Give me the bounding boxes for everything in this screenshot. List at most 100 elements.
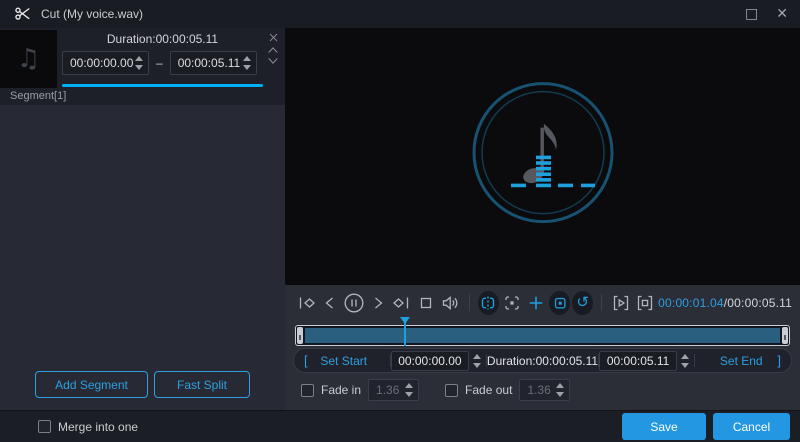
trim-end-field xyxy=(599,351,677,371)
move-down-icon[interactable] xyxy=(267,57,279,65)
reset-button[interactable]: ↺ xyxy=(572,291,593,315)
audio-disc-graphic xyxy=(470,79,616,225)
step-down-icon[interactable] xyxy=(556,392,564,397)
add-segment-button[interactable]: Add Segment xyxy=(35,371,148,398)
segment-end-stepper[interactable] xyxy=(241,56,256,70)
volume-icon xyxy=(440,293,460,313)
step-down-icon[interactable] xyxy=(473,363,481,368)
fade-out-input[interactable] xyxy=(520,383,554,397)
equalizer-icon xyxy=(511,155,595,187)
step-down-icon[interactable] xyxy=(135,65,143,70)
snapshot-button[interactable] xyxy=(501,291,523,315)
segment-thumbnail: ♫ xyxy=(0,30,57,88)
save-button[interactable]: Save xyxy=(622,413,706,440)
step-up-icon[interactable] xyxy=(681,354,689,359)
snapshot-icon xyxy=(502,293,522,313)
trim-end-handle[interactable] xyxy=(782,327,788,344)
maximize-icon[interactable]: □ xyxy=(745,7,758,21)
step-up-icon[interactable] xyxy=(473,354,481,359)
stop-button[interactable] xyxy=(415,291,437,315)
audio-preview-area xyxy=(285,28,800,285)
range-separator: – xyxy=(156,56,163,70)
fade-out-field xyxy=(519,379,570,401)
playhead-line xyxy=(404,321,406,346)
trim-start-stepper[interactable] xyxy=(471,354,486,368)
step-forward-icon xyxy=(368,293,388,313)
merge-into-one-checkbox[interactable] xyxy=(38,420,51,433)
step-down-icon[interactable] xyxy=(681,363,689,368)
volume-button[interactable] xyxy=(439,291,461,315)
fade-in-checkbox[interactable] xyxy=(301,384,314,397)
segment-end-input[interactable] xyxy=(171,56,241,70)
segment-start-field xyxy=(62,51,149,75)
segment-selected-underline xyxy=(62,84,263,87)
set-end-button[interactable]: Set End xyxy=(705,354,777,368)
main-area: ♫ Segment[1] Duration:00:00:05.11 – xyxy=(0,28,800,410)
step-up-icon[interactable] xyxy=(135,56,143,61)
divider xyxy=(469,294,470,311)
step-down-icon[interactable] xyxy=(405,392,413,397)
trim-end-input[interactable] xyxy=(600,354,676,368)
copy-icon xyxy=(550,293,570,313)
total-time: /00:00:05.11 xyxy=(724,296,792,310)
play-segment-button[interactable] xyxy=(610,291,632,315)
end-bracket: ] xyxy=(777,353,781,368)
segment-end-field xyxy=(170,51,257,75)
step-back-button[interactable] xyxy=(319,291,341,315)
pause-button[interactable] xyxy=(343,291,365,315)
scissors-icon xyxy=(14,6,31,23)
skip-end-button[interactable] xyxy=(391,291,413,315)
reset-icon: ↺ xyxy=(576,295,589,310)
skip-start-icon xyxy=(296,293,316,313)
pause-icon xyxy=(343,292,365,314)
segment-start-input[interactable] xyxy=(63,56,133,70)
fade-in-label: Fade in xyxy=(321,383,361,397)
playback-controls-panel: ↺ 00:00:01.04/00:00:05.11 xyxy=(285,285,800,410)
close-icon[interactable]: ✕ xyxy=(776,7,788,21)
split-icon xyxy=(478,293,498,313)
trim-start-field xyxy=(391,351,469,371)
step-down-icon[interactable] xyxy=(243,65,251,70)
stop-icon xyxy=(416,293,436,313)
preview-panel: ↺ 00:00:01.04/00:00:05.11 xyxy=(285,28,800,410)
set-start-button[interactable]: Set Start xyxy=(308,354,380,368)
skip-end-icon xyxy=(392,293,412,313)
divider xyxy=(601,294,602,311)
time-display: 00:00:01.04/00:00:05.11 xyxy=(658,296,792,310)
segment-item-selected[interactable]: ♫ Segment[1] Duration:00:00:05.11 – xyxy=(0,28,285,105)
move-up-icon[interactable] xyxy=(267,46,279,54)
merge-into-one-label: Merge into one xyxy=(58,420,138,434)
playhead[interactable] xyxy=(399,317,411,347)
trim-start-input[interactable] xyxy=(392,354,468,368)
fast-split-button[interactable]: Fast Split xyxy=(154,371,250,398)
music-note-icon: ♫ xyxy=(17,44,40,74)
cancel-button[interactable]: Cancel xyxy=(713,413,790,440)
transport-bar: ↺ 00:00:01.04/00:00:05.11 xyxy=(293,288,792,317)
step-up-icon[interactable] xyxy=(556,383,564,388)
fade-options: Fade in Fade out xyxy=(293,373,792,403)
trim-end-stepper[interactable] xyxy=(679,354,694,368)
copy-segment-button[interactable] xyxy=(549,291,570,315)
plus-icon xyxy=(526,293,546,313)
stop-segment-button[interactable] xyxy=(634,291,656,315)
delete-segment-icon[interactable] xyxy=(268,32,279,43)
split-button[interactable] xyxy=(478,291,499,315)
segment-start-stepper[interactable] xyxy=(133,56,148,70)
segment-label: Segment[1] xyxy=(10,90,66,102)
timeline-track[interactable] xyxy=(295,325,790,346)
trim-start-handle[interactable] xyxy=(297,327,303,344)
step-up-icon[interactable] xyxy=(405,383,413,388)
music-note-icon xyxy=(521,123,556,185)
fade-out-checkbox[interactable] xyxy=(445,384,458,397)
fade-in-input[interactable] xyxy=(369,383,403,397)
step-forward-button[interactable] xyxy=(367,291,389,315)
add-split-button[interactable] xyxy=(525,291,547,315)
fade-in-stepper[interactable] xyxy=(403,383,418,397)
fade-out-stepper[interactable] xyxy=(554,383,569,397)
stop-segment-icon xyxy=(635,293,655,313)
segment-list-panel: ♫ Segment[1] Duration:00:00:05.11 – xyxy=(0,28,285,410)
timeline-selected-range[interactable] xyxy=(304,327,781,344)
skip-start-button[interactable] xyxy=(295,291,317,315)
step-up-icon[interactable] xyxy=(243,56,251,61)
play-segment-icon xyxy=(611,293,631,313)
